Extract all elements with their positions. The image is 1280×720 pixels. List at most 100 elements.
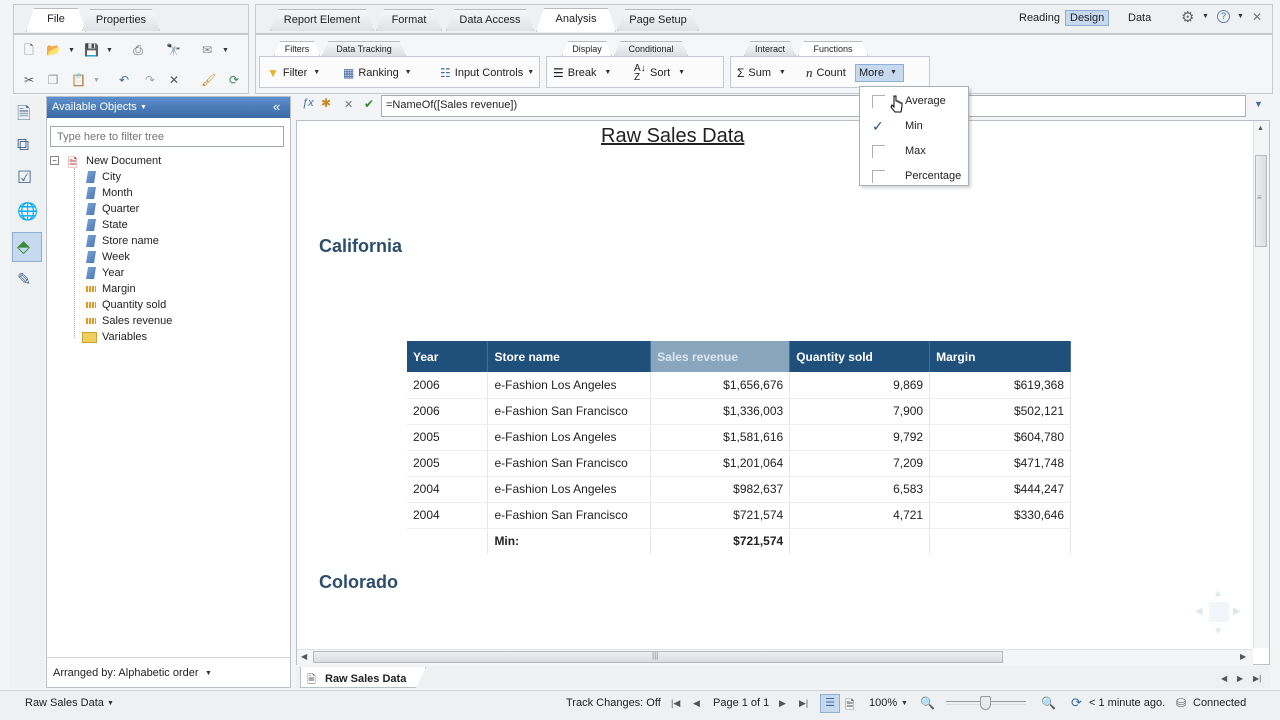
data-mode[interactable]: Data <box>1128 12 1151 24</box>
document-summary-icon[interactable]: 🗎 <box>17 101 31 130</box>
expand-formula-icon[interactable]: ▼ <box>1254 99 1263 109</box>
table-cell[interactable]: e-Fashion San Francisco <box>487 398 652 425</box>
table-cell[interactable]: 2004 <box>407 502 489 529</box>
column-header-quantity-sold[interactable]: Quantity sold <box>789 341 931 372</box>
tab-data-access[interactable]: Data Access <box>446 9 534 31</box>
input-controls-button[interactable]: ☷ Input Controls ▼ <box>440 63 534 83</box>
table-cell[interactable]: $1,656,676 <box>650 372 791 399</box>
tree-item-year[interactable]: Year <box>102 265 124 281</box>
table-cell[interactable]: $471,748 <box>929 450 1071 477</box>
table-cell[interactable]: 2005 <box>407 424 489 451</box>
reading-mode[interactable]: Reading <box>1019 12 1060 24</box>
tree-item-store-name[interactable]: Store name <box>102 233 159 249</box>
cut-icon[interactable]: ✂ <box>22 73 36 87</box>
document-name-selector[interactable]: Raw Sales Data <box>25 697 104 709</box>
table-cell[interactable] <box>929 528 1071 554</box>
checkbox-average[interactable] <box>872 95 885 108</box>
cancel-formula-icon[interactable]: ✕ <box>344 98 353 111</box>
tree-item-quantity-sold[interactable]: Quantity sold <box>102 297 166 313</box>
table-cell[interactable]: e-Fashion Los Angeles <box>487 476 652 503</box>
variable-editor-icon[interactable]: ✱ <box>321 96 331 110</box>
ranking-button[interactable]: ▦ Ranking ▼ <box>343 63 412 83</box>
design-mode[interactable]: Design <box>1065 10 1110 26</box>
validate-formula-icon[interactable]: ✔ <box>364 97 374 111</box>
arranged-by-selector[interactable]: Arranged by: Alphabetic order <box>53 667 199 679</box>
table-cell[interactable]: 9,792 <box>789 424 931 451</box>
help-icon[interactable]: ? <box>1217 10 1230 23</box>
checkbox-percentage[interactable] <box>872 170 885 183</box>
tree-collapse-toggle[interactable]: − <box>50 156 59 165</box>
tree-root-new-document[interactable]: New Document <box>86 153 161 169</box>
column-header-sales-revenue[interactable]: Sales revenue <box>650 341 791 372</box>
table-cell[interactable]: 7,900 <box>789 398 931 425</box>
tree-item-city[interactable]: City <box>102 169 121 185</box>
subtab-interact[interactable]: Interact <box>744 41 796 56</box>
format-painter-icon[interactable]: 🖌 <box>201 73 216 87</box>
close-icon[interactable]: ✕ <box>1252 10 1262 24</box>
filter-tree-input[interactable] <box>50 126 284 147</box>
count-button[interactable]: n Count <box>806 63 846 83</box>
menu-item-max[interactable]: Max <box>860 139 970 164</box>
page-indicator[interactable]: Page 1 of 1 <box>713 697 769 709</box>
next-page-icon[interactable]: ▶ <box>779 698 786 709</box>
available-objects-title[interactable]: Available Objects <box>52 101 137 113</box>
paste-dropdown-caret[interactable]: ▼ <box>93 77 100 84</box>
report-title[interactable]: Raw Sales Data <box>601 125 744 148</box>
table-cell[interactable]: $1,201,064 <box>650 450 791 477</box>
tab-report-element[interactable]: Report Element <box>270 9 374 31</box>
menu-item-average[interactable]: Average <box>860 89 970 114</box>
table-cell[interactable]: 7,209 <box>789 450 931 477</box>
table-cell[interactable]: 2004 <box>407 476 489 503</box>
tree-item-margin[interactable]: Margin <box>102 281 136 297</box>
table-cell[interactable]: $619,368 <box>929 372 1071 399</box>
page-mode-icon[interactable]: 🗎 <box>845 696 855 717</box>
redo-icon[interactable]: ↷ <box>143 73 157 87</box>
tab-scroll-end-icon[interactable]: ▶| <box>1253 674 1261 683</box>
table-cell[interactable]: e-Fashion Los Angeles <box>487 372 652 399</box>
undo-icon[interactable]: ↶ <box>117 73 131 87</box>
chevron-down-icon[interactable]: ▼ <box>107 700 114 707</box>
zoom-out-icon[interactable]: 🔍 <box>920 696 935 710</box>
sales-table[interactable]: Year Store name Sales revenue Quantity s… <box>407 341 1071 554</box>
chevron-down-icon[interactable]: ▼ <box>901 700 908 707</box>
sort-button[interactable]: A↓ Z Sort ▼ <box>634 63 685 83</box>
break-button[interactable]: ☰ Break ▼ <box>553 63 611 83</box>
pan-center-icon[interactable] <box>1209 602 1229 622</box>
pan-up-icon[interactable]: ▲ <box>1213 588 1223 599</box>
last-page-icon[interactable]: ▶| <box>799 698 808 709</box>
subtab-display[interactable]: Display <box>562 41 612 56</box>
save-icon[interactable]: 💾 <box>84 43 99 57</box>
subtab-data-tracking[interactable]: Data Tracking <box>322 41 406 56</box>
gear-dropdown-caret[interactable]: ▼ <box>1202 13 1209 20</box>
save-dropdown-caret[interactable]: ▼ <box>106 47 113 54</box>
zoom-slider-thumb[interactable] <box>980 696 991 710</box>
table-cell[interactable]: $502,121 <box>929 398 1071 425</box>
tree-item-month[interactable]: Month <box>102 185 133 201</box>
report-map-icon[interactable]: ⧉ <box>17 135 29 155</box>
table-cell[interactable]: e-Fashion San Francisco <box>487 502 652 529</box>
gear-icon[interactable]: ⚙ <box>1181 8 1194 26</box>
pan-down-icon[interactable]: ▼ <box>1213 626 1223 637</box>
tree-item-state[interactable]: State <box>102 217 128 233</box>
table-cell[interactable]: 2006 <box>407 372 489 399</box>
tab-file[interactable]: File <box>26 8 86 32</box>
table-cell[interactable]: 6,583 <box>789 476 931 503</box>
table-cell[interactable]: $982,637 <box>650 476 791 503</box>
refresh-icon[interactable]: ⟳ <box>227 73 241 87</box>
pan-left-icon[interactable]: ◀ <box>1195 606 1203 617</box>
help-dropdown-caret[interactable]: ▼ <box>1237 13 1244 20</box>
new-document-icon[interactable]: 🗋 <box>22 43 36 57</box>
formula-input[interactable]: =NameOf([Sales revenue]) <box>381 95 1246 117</box>
tab-scroll-left-icon[interactable]: ◀ <box>1221 674 1227 683</box>
web-services-icon[interactable]: 🌐 <box>17 202 38 222</box>
collapse-panel-icon[interactable]: « <box>273 99 280 114</box>
find-icon[interactable]: 🔭 <box>166 43 181 57</box>
table-cell[interactable]: $604,780 <box>929 424 1071 451</box>
table-cell[interactable]: $1,581,616 <box>650 424 791 451</box>
paste-icon[interactable]: 📋 <box>71 73 86 87</box>
open-folder-icon[interactable]: 📂 <box>46 43 61 57</box>
table-cell[interactable] <box>407 528 489 554</box>
tree-item-week[interactable]: Week <box>102 249 130 265</box>
table-cell[interactable]: $444,247 <box>929 476 1071 503</box>
menu-item-min[interactable]: ✓ Min <box>860 114 970 139</box>
